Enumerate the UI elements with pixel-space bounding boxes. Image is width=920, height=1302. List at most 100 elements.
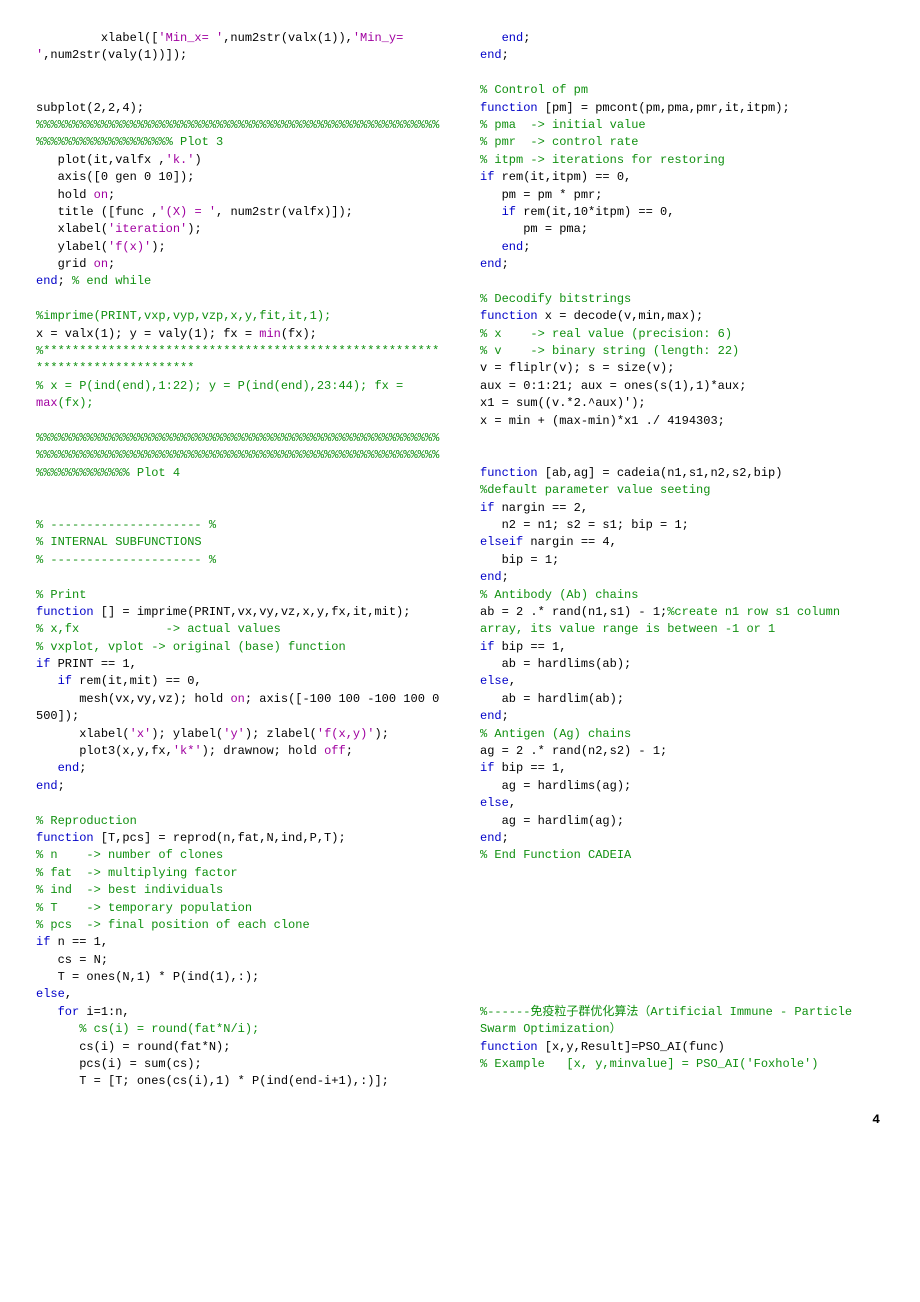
code-token: ab = hardlims(ab); [502,657,632,671]
code-token: hold [58,188,94,202]
code-token: end [36,779,58,793]
code-token: ,num2str(valx(1)), [223,31,353,45]
code-token: ag = 2 .* rand(n2,s2) - 1; [480,744,667,758]
code-token: end [58,761,80,775]
code-token: pm = pma; [523,222,588,236]
code-token: axis([0 gen 0 10]); [58,170,195,184]
code-token: on [230,692,244,706]
code-token: n2 = n1; s2 = s1; bip = 1; [502,518,689,532]
code-token: xlabel( [79,727,129,741]
code-token: i=1:n, [79,1005,129,1019]
code-token: ); drawnow; hold [202,744,324,758]
code-token: ) [194,153,201,167]
code-token: if [36,935,50,949]
code-token: % x = P(ind(end),1:22); y = P(ind(end),2… [36,379,410,393]
code-token: v = fliplr(v); s = size(v); [480,361,674,375]
code-token: function [36,605,94,619]
code-token: x = decode(v,min,max); [538,309,704,323]
code-token: ); [187,222,201,236]
code-token: end [502,31,524,45]
code-token: T = [T; ones(cs(i),1) * P(ind(end-i+1),:… [79,1074,389,1088]
code-token: if [58,674,72,688]
code-token: ab = 2 .* rand(n1,s1) - 1; [480,605,667,619]
code-token: %default parameter value seeting [480,483,710,497]
code-token: ab = hardlim(ab); [502,692,624,706]
code-token: % Print [36,588,86,602]
code-token: % pma -> initial value [480,118,646,132]
code-token: ); [151,240,165,254]
code-token: if [480,640,494,654]
code-token: end [36,274,58,288]
code-token: if [480,501,494,515]
code-token: mesh(vx,vy,vz); hold [79,692,230,706]
document-page: xlabel(['Min_x= ',num2str(valx(1)),'Min_… [36,30,884,1091]
code-token: nargin == 2, [494,501,588,515]
code-token: 'Min_x= ' [158,31,223,45]
code-token: if [480,761,494,775]
page-number: 4 [36,1111,884,1130]
code-token: function [480,1040,538,1054]
code-token: pm = pm * pmr; [502,188,603,202]
code-token: max [36,396,58,410]
code-token: 'f(x,y)' [317,727,375,741]
code-token: elseif [480,535,523,549]
code-token: nargin == 4, [523,535,617,549]
code-token: % Decodify bitstrings [480,292,631,306]
code-token: end [480,709,502,723]
code-token: ; [108,257,115,271]
code-token: 'y' [223,727,245,741]
code-token: , num2str(valfx)]); [216,205,353,219]
code-token: ; [523,31,530,45]
code-token: % fat -> multiplying factor [36,866,238,880]
code-token: ag = hardlim(ag); [502,814,624,828]
right-column: end; end; % Control of pm function [pm] … [480,30,884,1091]
code-token: x = min + (max-min)*x1 ./ 4194303; [480,414,725,428]
code-token: function [480,466,538,480]
code-token: subplot(2,2,4); [36,101,151,115]
code-token: n == 1, [50,935,108,949]
code-block-right: end; end; % Control of pm function [pm] … [480,30,884,1073]
code-token: else [480,796,509,810]
code-token: xlabel([ [101,31,159,45]
code-token: % End Function CADEIA [480,848,631,862]
code-token: % T -> temporary population [36,901,252,915]
code-token: on [94,188,108,202]
code-token: cs(i) = round(fat*N); [79,1040,230,1054]
code-token: ; [58,274,72,288]
code-token: % x,fx -> actual values [36,622,281,636]
code-token: ; [523,240,530,254]
code-token: ; [502,831,509,845]
code-token: if [480,170,494,184]
code-token: 'iteration' [108,222,187,236]
code-token: if [36,657,50,671]
code-token: bip = 1; [502,553,560,567]
code-token: rem(it,10*itpm) == 0, [516,205,674,219]
code-token: [pm] = pmcont(pm,pma,pmr,it,itpm); [538,101,790,115]
code-token: x1 = sum((v.*2.^aux)'); [480,396,646,410]
code-token: % x -> real value (precision: 6) [480,327,732,341]
code-token: , [509,674,516,688]
code-token: ; [502,48,509,62]
code-token: %%%%%%%%%%%%%%%%%%%%%%%%%%%%%%%%%%%%%%%%… [36,118,439,149]
code-token: plot(it,valfx , [58,153,166,167]
code-token: ; [502,570,509,584]
code-token: xlabel( [58,222,108,236]
code-token: %***************************************… [36,344,439,375]
code-token: % Control of pm [480,83,588,97]
code-token: cs = N; [58,953,108,967]
code-token: , [65,987,72,1001]
code-token: function [480,309,538,323]
code-token: on [94,257,108,271]
code-token: T = ones(N,1) * P(ind(1),:); [58,970,260,984]
code-token: ); zlabel( [245,727,317,741]
code-token: aux = 0:1:21; aux = ones(s(1),1)*aux; [480,379,746,393]
code-token: end [480,257,502,271]
code-token: %%%%%%%%%%%%%%%%%%%%%%%%%%%%%%%%%%%%%%%%… [36,431,439,480]
code-token: ; [502,257,509,271]
code-token: % Antibody (Ab) chains [480,588,638,602]
code-token: % end while [72,274,151,288]
code-token: function [480,101,538,115]
code-token: ; [502,709,509,723]
code-token: '(X) = ' [158,205,216,219]
code-token: rem(it,mit) == 0, [72,674,202,688]
